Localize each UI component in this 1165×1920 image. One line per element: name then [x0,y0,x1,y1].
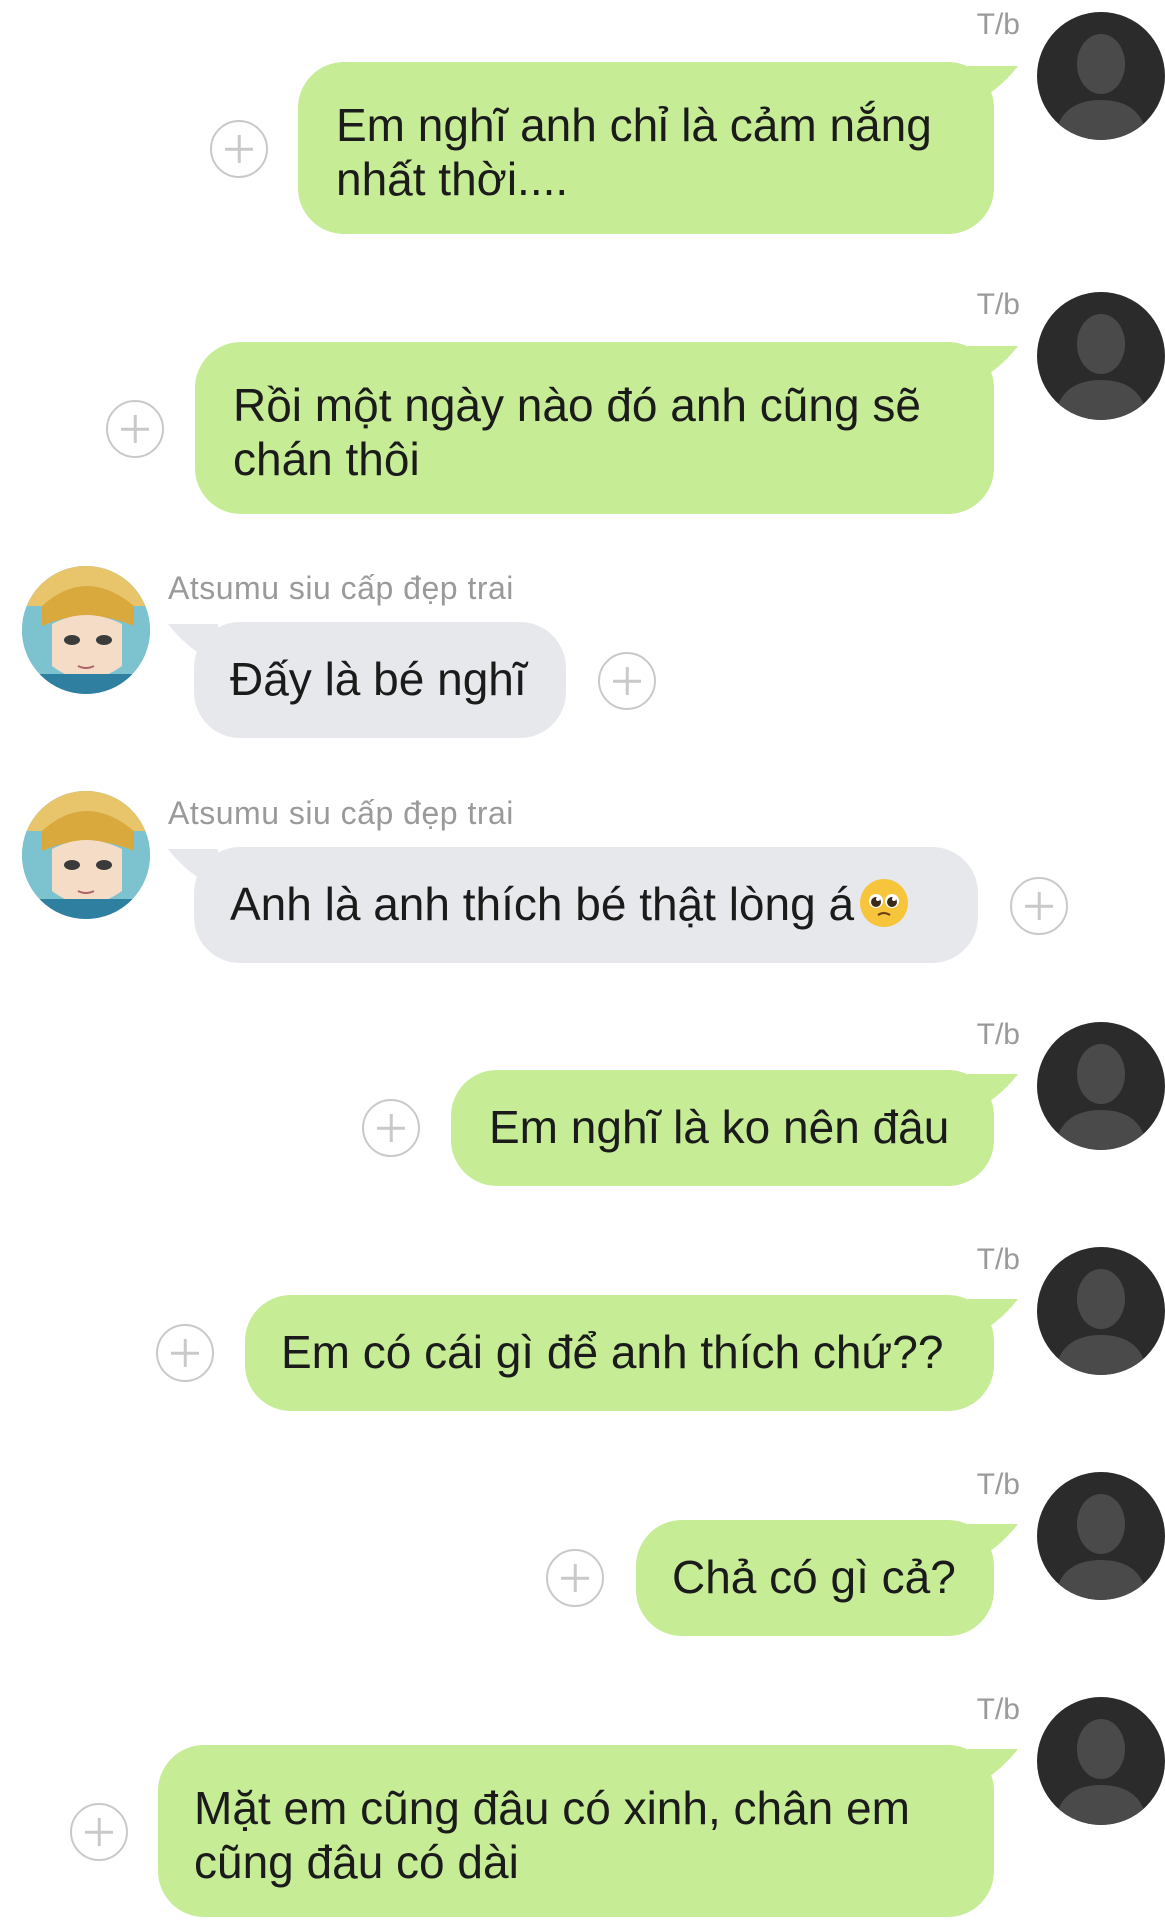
sender-name: T/b [976,1243,1020,1276]
sender-name: Atsumu siu cấp đẹp trai [168,795,514,831]
message-text: Em nghĩ là ko nên đâu [489,1101,950,1153]
sender-name: T/b [976,1693,1020,1726]
sender-name: T/b [976,8,1020,41]
message-bubble[interactable]: Em có cái gì để anh thích chứ?? [245,1295,994,1411]
avatar[interactable] [22,791,150,919]
message-bubble[interactable]: Rồi một ngày nào đó anh cũng sẽ chán thô… [195,342,994,514]
message-text: Em có cái gì để anh thích chứ?? [281,1326,944,1378]
message-text: Mặt em cũng đâu có xinh, chân em cũng đâ… [194,1782,910,1888]
message-bubble[interactable]: Đấy là bé nghĩ [194,622,566,738]
message-bubble[interactable]: Anh là anh thích bé thật lòng á [194,847,978,963]
message-text: Chả có gì cả? [672,1551,956,1603]
add-reaction-icon[interactable] [156,1324,214,1382]
sender-name: Atsumu siu cấp đẹp trai [168,570,514,606]
add-reaction-icon[interactable] [1010,877,1068,935]
message-bubble[interactable]: Chả có gì cả? [636,1520,994,1636]
message-text: Em nghĩ anh chỉ là cảm nắng nhất thời...… [336,99,932,205]
add-reaction-icon[interactable] [210,120,268,178]
avatar[interactable] [1037,1697,1165,1825]
add-reaction-icon[interactable] [362,1099,420,1157]
message-text: Đấy là bé nghĩ [230,653,527,705]
avatar[interactable] [1037,292,1165,420]
sender-name: T/b [976,1468,1020,1501]
message-bubble[interactable]: Em nghĩ là ko nên đâu [451,1070,994,1186]
add-reaction-icon[interactable] [70,1803,128,1861]
message-bubble[interactable]: Mặt em cũng đâu có xinh, chân em cũng đâ… [158,1745,994,1917]
message-text: Anh là anh thích bé thật lòng á [230,878,855,930]
chat-thread: T/b Em nghĩ anh chỉ là cảm nắng nhất thờ… [0,0,1165,1920]
add-reaction-icon[interactable] [546,1549,604,1607]
sender-name: T/b [976,1018,1020,1051]
add-reaction-icon[interactable] [106,400,164,458]
avatar[interactable] [1037,12,1165,140]
add-reaction-icon[interactable] [598,652,656,710]
message-bubble[interactable]: Em nghĩ anh chỉ là cảm nắng nhất thời...… [298,62,994,234]
avatar[interactable] [1037,1022,1165,1150]
avatar[interactable] [1037,1247,1165,1375]
avatar[interactable] [22,566,150,694]
pleading-face-emoji [860,879,909,927]
message-text: Rồi một ngày nào đó anh cũng sẽ chán thô… [233,379,921,485]
avatar[interactable] [1037,1472,1165,1600]
sender-name: T/b [976,288,1020,321]
